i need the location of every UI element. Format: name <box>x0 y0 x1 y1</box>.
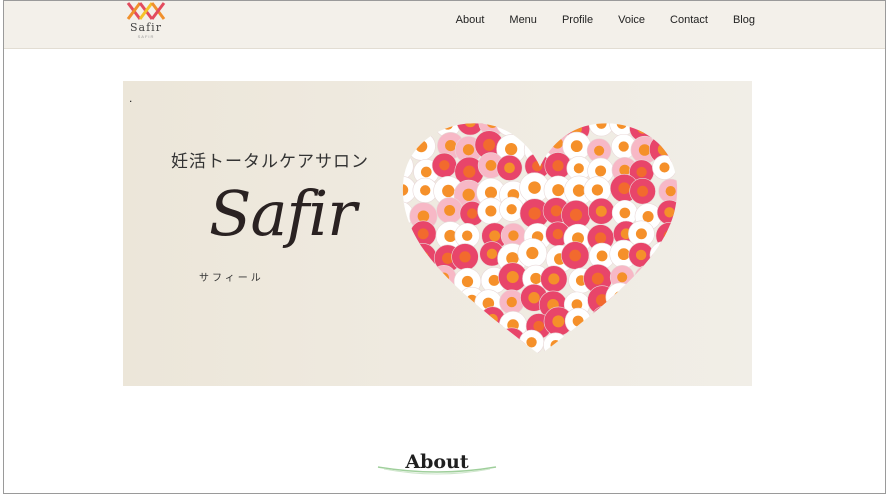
nav-menu[interactable]: Menu <box>509 13 537 27</box>
hero-catchphrase: 妊活トータルケアサロン <box>171 152 369 172</box>
nav-about[interactable]: About <box>456 13 485 27</box>
hero-dot: . <box>129 91 133 105</box>
logo-subtext: SAFIR <box>137 34 155 39</box>
about-title: About <box>405 451 469 473</box>
nav-blog[interactable]: Blog <box>733 13 755 27</box>
hero-script-logo: Safir <box>209 177 357 250</box>
hero-banner: . 妊活トータルケアサロン Safir サフィール <box>123 81 752 386</box>
nav-profile[interactable]: Profile <box>562 13 593 27</box>
logo-text: Safir <box>130 21 162 34</box>
heart-flowers-image <box>402 123 678 355</box>
nav-voice[interactable]: Voice <box>618 13 645 27</box>
nav-contact[interactable]: Contact <box>670 13 708 27</box>
site-logo[interactable]: Safir SAFIR <box>122 1 170 41</box>
hero-kana: サフィール <box>199 273 264 284</box>
page-frame: Safir SAFIR About Menu Profile Voice Con… <box>3 0 886 494</box>
site-header: Safir SAFIR About Menu Profile Voice Con… <box>4 1 885 49</box>
main-nav: About Menu Profile Voice Contact Blog <box>431 13 755 27</box>
about-section-heading: About <box>374 451 500 481</box>
safir-logo-icon <box>126 2 166 20</box>
